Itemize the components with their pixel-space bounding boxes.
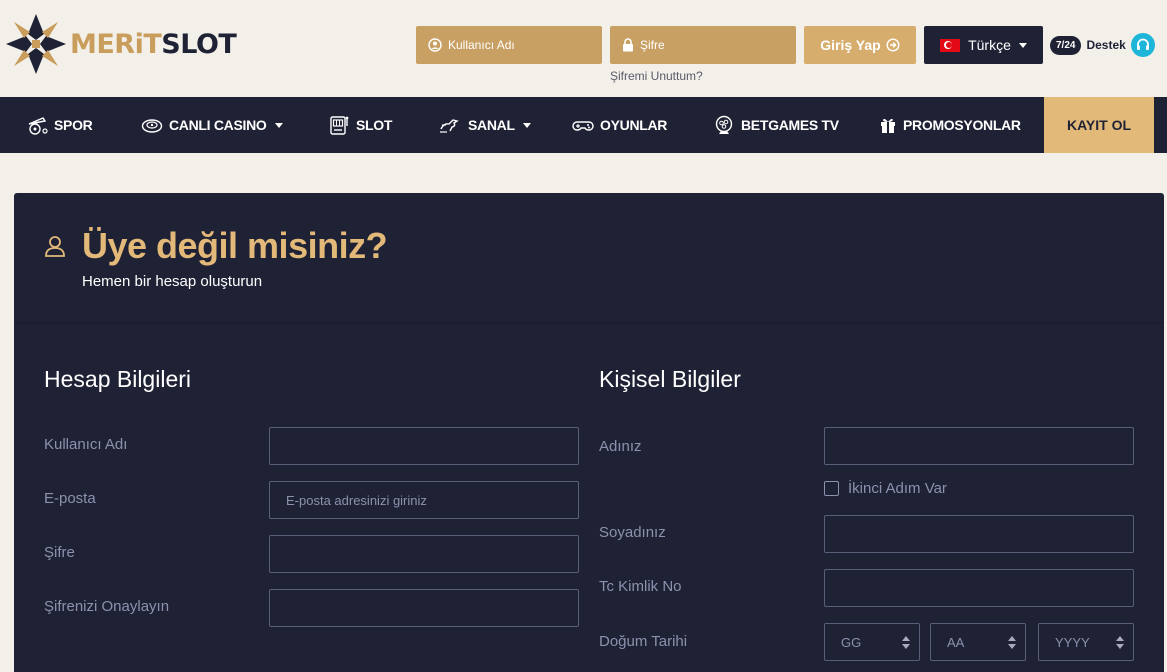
email-input[interactable] xyxy=(269,481,579,519)
logo-text: MERiTSLOT xyxy=(70,28,237,60)
language-label: Türkçe xyxy=(968,37,1011,53)
password-confirm-input[interactable] xyxy=(269,589,579,627)
header-password-input[interactable] xyxy=(640,38,780,52)
gift-icon xyxy=(881,118,895,133)
nav-item-label: OYUNLAR xyxy=(600,117,668,133)
personal-section-title: Kişisel Bilgiler xyxy=(599,366,741,392)
select-arrows-icon xyxy=(902,636,910,649)
logo-mark-icon xyxy=(6,14,66,74)
headset-icon xyxy=(1130,33,1155,57)
checkbox-box[interactable] xyxy=(824,481,839,496)
lastname-label: Soyadınız xyxy=(599,524,666,541)
nav-item-label: SLOT xyxy=(356,117,393,133)
user-outline-icon xyxy=(45,236,65,257)
slot-machine-icon xyxy=(330,116,349,135)
nav-item-oyunlar[interactable]: OYUNLAR xyxy=(572,97,667,153)
registration-panel: Üye değil misiniz? Hemen bir hesap oluşt… xyxy=(14,193,1164,672)
header-username-input[interactable] xyxy=(448,38,588,52)
nav-item-label: SPOR xyxy=(54,117,93,133)
gamepad-icon xyxy=(572,121,594,131)
select-arrows-icon xyxy=(1008,636,1016,649)
forgot-password-link[interactable]: Şifremi Unuttum? xyxy=(610,69,703,83)
page-subtitle: Hemen bir hesap oluşturun xyxy=(82,273,263,290)
birth-year-value: YYYY xyxy=(1055,634,1090,650)
chevron-down-icon xyxy=(522,122,531,128)
account-section-title: Hesap Bilgileri xyxy=(44,366,192,392)
registration-header: Üye değil misiniz? Hemen bir hesap oluşt… xyxy=(14,193,1164,324)
logo-text-part2: SLOT xyxy=(161,28,237,60)
lastname-input[interactable] xyxy=(824,515,1134,553)
nav-item-slot[interactable]: SLOT xyxy=(328,97,392,153)
sports-icon xyxy=(28,117,48,135)
nav-item-label: BETGAMES TV xyxy=(741,117,839,133)
email-label: E-posta xyxy=(44,490,96,507)
page-title: Üye değil misiniz? xyxy=(82,225,388,266)
register-button[interactable]: KAYIT OL xyxy=(1044,97,1154,153)
site-header: MERiTSLOT Şifremi Unuttum? Giriş Yap Tür… xyxy=(0,0,1167,97)
birth-month-value: AA xyxy=(947,634,965,650)
nav-item-label: CANLI CASINO xyxy=(169,117,267,133)
header-username-field[interactable] xyxy=(416,26,602,64)
language-selector[interactable]: Türkçe xyxy=(924,26,1043,64)
logo-text-part1: MERiT xyxy=(70,28,162,60)
support-badge: 7/24 xyxy=(1050,35,1082,55)
lock-icon xyxy=(623,38,633,52)
nav-item-spor[interactable]: SPOR xyxy=(26,97,93,153)
select-arrows-icon xyxy=(1116,636,1124,649)
firstname-input[interactable] xyxy=(824,427,1134,465)
nav-item-sanal[interactable]: SANAL xyxy=(438,97,531,153)
tc-label: Tc Kimlik No xyxy=(599,578,682,595)
nav-item-promosyonlar[interactable]: PROMOSYONLAR xyxy=(879,97,1021,153)
support-link[interactable]: 7/24 Destek xyxy=(1050,33,1155,57)
username-label: Kullanıcı Adı xyxy=(44,436,128,453)
birth-month-select[interactable]: AA xyxy=(930,623,1026,661)
virtual-horse-icon xyxy=(440,119,459,133)
turkey-flag-icon xyxy=(940,38,961,52)
login-button[interactable]: Giriş Yap xyxy=(804,26,916,64)
arrow-circle-right-icon xyxy=(886,38,900,52)
lottery-ball-icon xyxy=(715,115,733,134)
user-circle-icon xyxy=(428,38,442,52)
birthdate-label: Doğum Tarihi xyxy=(599,633,688,650)
roulette-icon xyxy=(141,119,163,133)
birth-year-select[interactable]: YYYY xyxy=(1038,623,1134,661)
chevron-down-icon xyxy=(274,122,283,128)
birth-day-value: GG xyxy=(841,634,862,650)
header-password-field[interactable] xyxy=(610,26,796,64)
second-name-checkbox[interactable]: İkinci Adım Var xyxy=(824,480,947,497)
password-label: Şifre xyxy=(44,544,75,561)
login-button-label: Giriş Yap xyxy=(820,37,881,53)
nav-item-label: SANAL xyxy=(468,117,515,133)
second-name-checkbox-label: İkinci Adım Var xyxy=(848,480,947,497)
main-navigation: SPOR CANLI CASINO SLOT SANAL OYUNLAR BET… xyxy=(0,97,1167,153)
site-logo[interactable]: MERiTSLOT xyxy=(4,12,237,76)
password-confirm-label: Şifrenizi Onaylayın xyxy=(44,598,170,615)
username-input[interactable] xyxy=(269,427,579,465)
firstname-label: Adınız xyxy=(599,438,642,455)
nav-item-canli-casino[interactable]: CANLI CASINO xyxy=(141,97,283,153)
password-input[interactable] xyxy=(269,535,579,573)
nav-item-betgames-tv[interactable]: BETGAMES TV xyxy=(713,97,839,153)
nav-item-label: PROMOSYONLAR xyxy=(903,117,1021,133)
birth-day-select[interactable]: GG xyxy=(824,623,920,661)
tc-input[interactable] xyxy=(824,569,1134,607)
chevron-down-icon xyxy=(1018,42,1027,48)
support-label: Destek xyxy=(1086,38,1126,52)
